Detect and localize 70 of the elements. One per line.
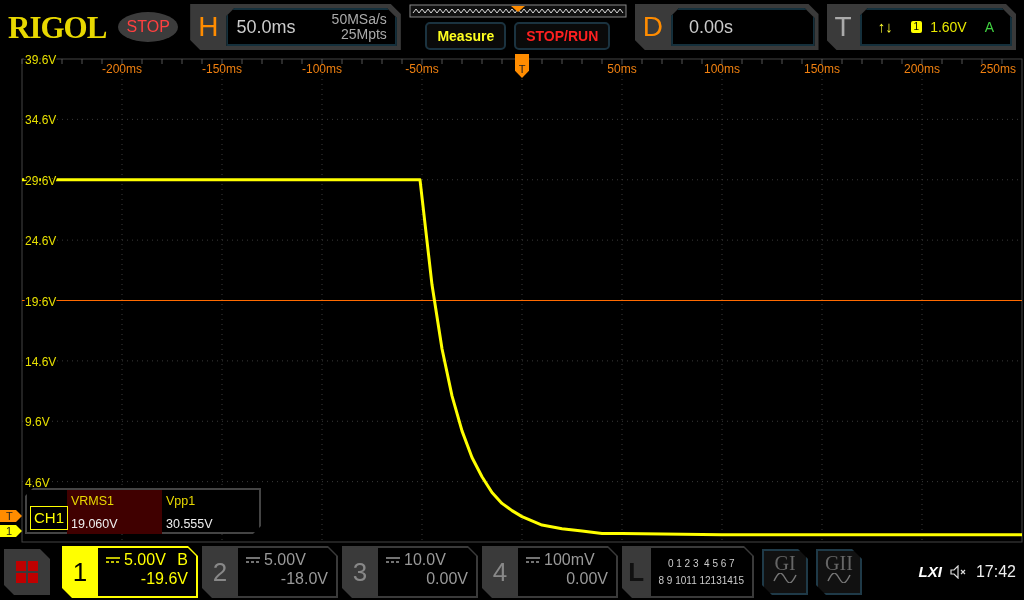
channel-offset: 0.00V [425, 569, 468, 589]
channel-button[interactable]: 3 10.0V 0.00V [342, 546, 478, 598]
channel-number: 3 [351, 555, 369, 589]
timebase-panel[interactable]: H 50.0ms 50MSa/s 25Mpts [190, 4, 401, 50]
trigger-level: 1.60V [930, 17, 967, 37]
channel-number: 1 [71, 555, 89, 589]
source-badge: 1 [910, 21, 923, 33]
sine-wave-icon [773, 573, 797, 583]
measure-button[interactable]: Measure [425, 22, 507, 50]
channel-scale: 10.0V [404, 550, 446, 570]
trigger-level-marker: T [0, 510, 22, 522]
measurement-name: Vpp1 [165, 493, 197, 510]
voltage-label: 24.6V [25, 234, 57, 249]
dc-coupling-icon [386, 555, 400, 564]
measurement-value: 30.555V [165, 515, 214, 533]
panel-letter: T [834, 13, 852, 41]
channel-number: 4 [491, 555, 509, 589]
time-label: 150ms [804, 62, 840, 76]
channel-offset: -19.6V [139, 569, 188, 589]
delay-panel[interactable]: D 0.00s [634, 4, 819, 50]
voltage-label: 14.6V [25, 354, 57, 369]
clock: 17:42 [975, 562, 1016, 582]
time-label: 250ms [980, 62, 1016, 76]
time-label: -150ms [202, 62, 242, 76]
voltage-label: 4.6V [25, 475, 50, 490]
memory-depth: 25Mpts [340, 27, 387, 42]
run-status-badge: STOP [118, 12, 179, 42]
timebase-value: 50.0ms [236, 15, 296, 39]
channel-offset: -18.0V [279, 569, 328, 589]
time-label: -50ms [405, 62, 439, 76]
voltage-label: 29.6V [25, 173, 57, 188]
panel-letter: H [198, 13, 219, 41]
channel-scale: 5.00V [264, 550, 306, 570]
time-label: -200ms [102, 62, 142, 76]
channel-button[interactable]: 2 5.00V -18.0V [202, 546, 338, 598]
delay-value: 0.00s [689, 15, 734, 39]
trigger-mode: A [984, 17, 994, 37]
channel-number: 2 [211, 555, 229, 589]
time-label: 200ms [904, 62, 940, 76]
channel-button[interactable]: 4 100mV 0.00V [482, 546, 618, 598]
dc-coupling-icon [526, 555, 540, 564]
trigger-position-marker: T [515, 54, 529, 78]
time-label: -100ms [302, 62, 342, 76]
grid-icon [16, 561, 38, 583]
time-label: 100ms [704, 62, 740, 76]
stop-run-button[interactable]: STOP/RUN [514, 22, 611, 50]
panel-letter: D [642, 13, 664, 41]
voltage-label: 39.6V [25, 54, 57, 67]
trigger-panel[interactable]: T ↑↓ 1 1.60V A [826, 4, 1016, 50]
voltage-label: 34.6V [25, 113, 57, 128]
bandwidth-limit: B [177, 550, 188, 570]
dc-coupling-icon [106, 555, 120, 564]
measurement-source: CH1 [30, 505, 68, 530]
logo: RIGOL [8, 11, 107, 43]
lxi-logo: LXI [918, 561, 942, 582]
digital-channels: 0 1 2 3 4 5 6 7 [666, 557, 736, 571]
dc-coupling-icon [246, 555, 260, 564]
channel-scale: 5.00V [124, 550, 166, 570]
channel-scale: 100mV [544, 550, 595, 570]
menu-button[interactable] [4, 549, 50, 595]
measurement-name: VRMS1 [67, 490, 162, 513]
channel-offset-marker: 1 [0, 525, 22, 537]
sine-wave-icon [827, 573, 851, 583]
time-label: 50ms [607, 62, 637, 76]
channel-button[interactable]: 1 5.00V B -19.6V [62, 546, 198, 598]
digital-channels: 8 9 1011 12131415 [658, 574, 744, 588]
sample-rate: 50MSa/s [331, 12, 387, 27]
channel-offset: 0.00V [565, 569, 608, 589]
slope-icon: ↑↓ [877, 15, 893, 39]
voltage-label: 9.6V [25, 415, 50, 430]
